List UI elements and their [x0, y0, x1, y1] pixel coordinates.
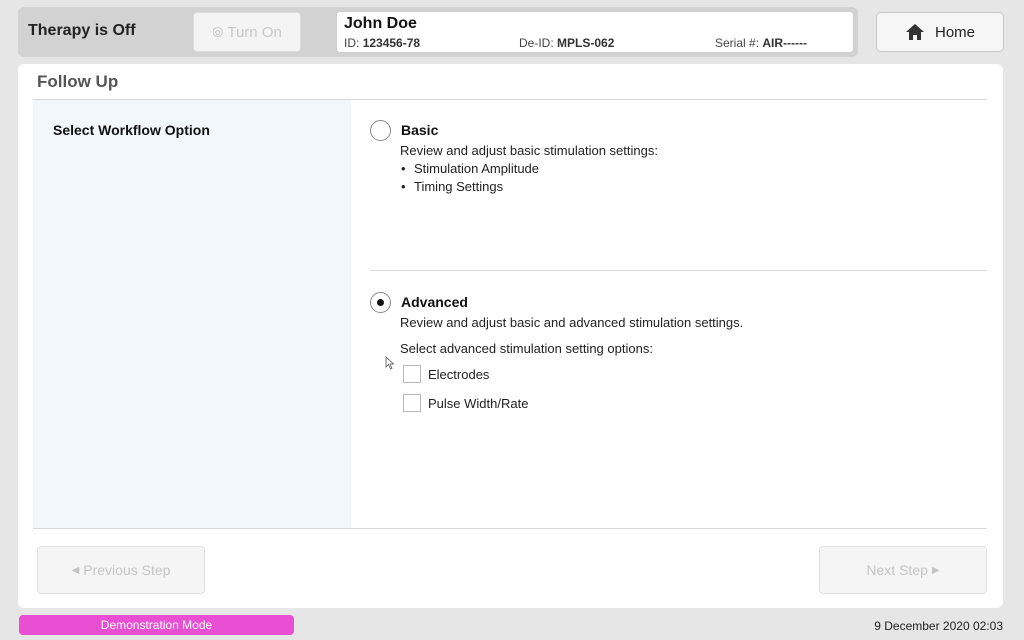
advanced-sub-label: Select advanced stimulation setting opti… — [400, 341, 653, 356]
device-serial: Serial #: AIR------ — [715, 36, 808, 50]
basic-title: Basic — [401, 122, 439, 138]
advanced-title: Advanced — [401, 294, 468, 310]
option-basic[interactable]: Basic Review and adjust basic stimulatio… — [370, 120, 970, 200]
patient-name: John Doe — [344, 15, 417, 32]
electrodes-label: Electrodes — [428, 366, 490, 382]
turn-on-button[interactable]: ⦾ Turn On — [193, 12, 301, 52]
patient-card: John Doe ID: 123456-78 De-ID: MPLS-062 S… — [336, 11, 854, 53]
electrodes-option[interactable]: Electrodes — [403, 364, 489, 384]
turn-on-label: Turn On — [227, 23, 282, 41]
pulse-width-rate-checkbox[interactable] — [403, 394, 421, 412]
home-icon — [905, 24, 924, 40]
advanced-description: Review and adjust basic and advanced sti… — [400, 315, 744, 330]
page-title: Follow Up — [37, 72, 119, 91]
arrow-left-icon: ◀ — [71, 564, 80, 576]
advanced-radio[interactable] — [370, 292, 391, 313]
electrodes-checkbox[interactable] — [403, 365, 421, 383]
top-status-bar: Therapy is Off ⦾ Turn On John Doe ID: 12… — [18, 7, 858, 57]
next-step-label: Next Step — [866, 562, 928, 578]
option-advanced[interactable]: Advanced Review and adjust basic and adv… — [370, 292, 970, 422]
datetime: 9 December 2020 02:03 — [874, 619, 1003, 633]
previous-step-button[interactable]: ◀ Previous Step — [37, 546, 205, 594]
left-pane: Select Workflow Option — [33, 100, 351, 528]
divider — [33, 528, 987, 529]
basic-description: Review and adjust basic stimulation sett… — [400, 143, 658, 158]
therapy-status: Therapy is Off — [28, 22, 136, 39]
basic-bullets: Stimulation Amplitude Timing Settings — [401, 161, 539, 196]
basic-radio[interactable] — [370, 120, 391, 141]
wireless-signal-icon: ⦾ — [212, 23, 224, 40]
demonstration-mode-badge: Demonstration Mode — [19, 615, 294, 635]
mouse-cursor-icon — [385, 356, 395, 370]
main-panel: Follow Up Select Workflow Option Basic R… — [18, 64, 1003, 608]
pulse-width-rate-option[interactable]: Pulse Width/Rate — [403, 393, 528, 413]
divider — [370, 270, 987, 271]
next-step-button[interactable]: Next Step ▶ — [819, 546, 987, 594]
previous-step-label: Previous Step — [83, 562, 171, 578]
home-button[interactable]: Home — [876, 12, 1004, 52]
arrow-right-icon: ▶ — [931, 564, 940, 576]
patient-id: ID: 123456-78 — [344, 36, 421, 50]
list-item: Stimulation Amplitude — [401, 161, 539, 179]
list-item: Timing Settings — [401, 179, 539, 197]
home-label: Home — [934, 23, 975, 41]
patient-deid: De-ID: MPLS-062 — [519, 36, 615, 50]
pulse-width-rate-label: Pulse Width/Rate — [428, 395, 529, 411]
workflow-option-label: Select Workflow Option — [53, 122, 210, 138]
